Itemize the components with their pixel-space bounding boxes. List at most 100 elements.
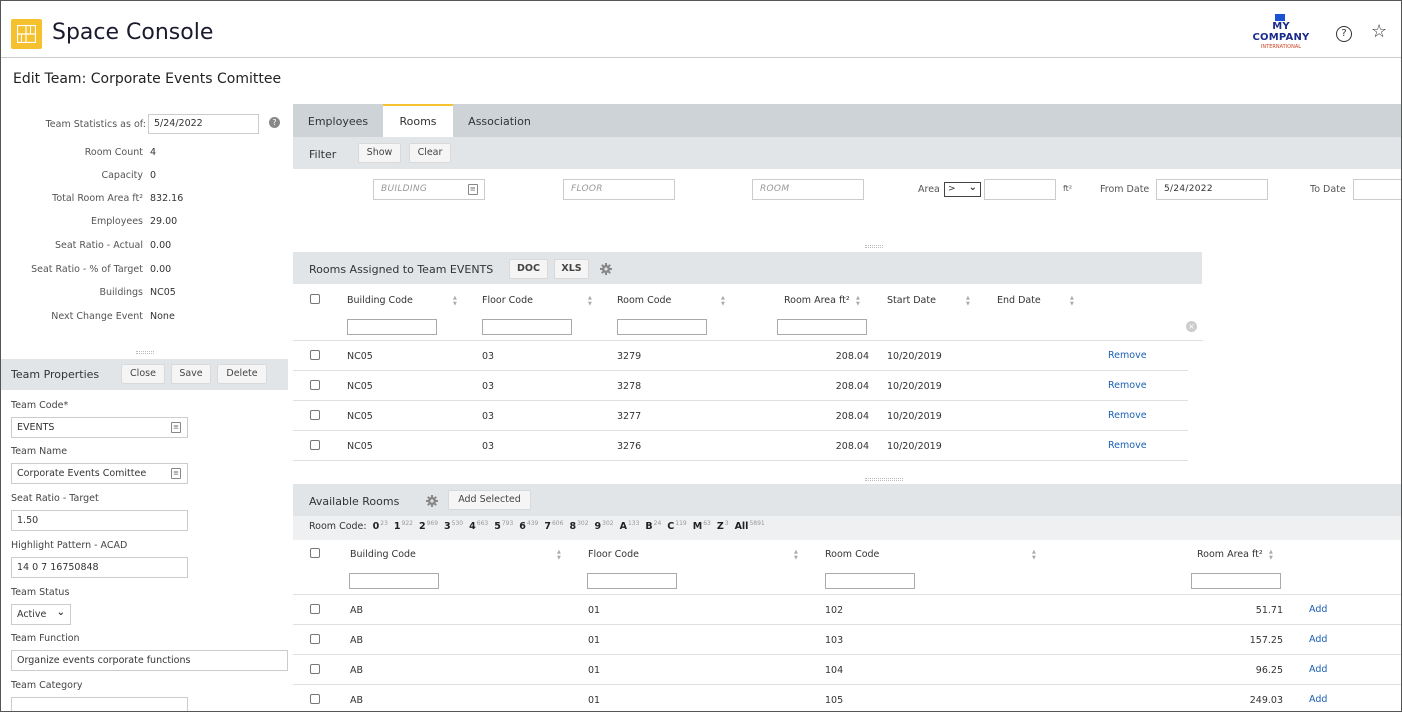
help-icon[interactable]: ? bbox=[1336, 26, 1352, 42]
clear-button[interactable]: Clear bbox=[409, 143, 451, 163]
row-checkbox[interactable] bbox=[310, 604, 320, 614]
add-selected-button[interactable]: Add Selected bbox=[448, 490, 531, 510]
xls-button[interactable]: XLS bbox=[554, 259, 589, 279]
tab-rooms[interactable]: Rooms bbox=[383, 104, 453, 137]
team-function-field[interactable]: Organize events corporate functions bbox=[11, 650, 288, 671]
area-operator-select[interactable]: > ⌄ bbox=[944, 182, 981, 197]
translate-icon[interactable]: ≡ bbox=[171, 468, 181, 479]
room-code-filter-link[interactable]: C119 bbox=[667, 520, 686, 532]
sort-icon[interactable]: ▲ ▼ bbox=[1032, 549, 1036, 561]
add-link[interactable]: Add bbox=[1309, 664, 1327, 675]
sort-icon[interactable]: ▲ ▼ bbox=[1070, 295, 1074, 307]
column-filter-input[interactable] bbox=[482, 319, 572, 335]
row-checkbox[interactable] bbox=[310, 410, 320, 420]
show-button[interactable]: Show bbox=[358, 143, 401, 163]
from-date-input[interactable]: 5/24/2022 bbox=[1156, 179, 1268, 200]
column-filter-input[interactable] bbox=[777, 319, 867, 335]
row-checkbox[interactable] bbox=[310, 350, 320, 360]
team-name-field[interactable]: Corporate Events Comittee ≡ bbox=[11, 463, 188, 484]
translate-icon[interactable]: ≡ bbox=[171, 422, 181, 433]
favorite-star-icon[interactable]: ☆ bbox=[1371, 23, 1387, 41]
column-header[interactable]: Room Area ft² bbox=[784, 295, 850, 306]
room-code-filter-link[interactable]: 3530 bbox=[444, 520, 463, 532]
delete-button[interactable]: Delete bbox=[217, 364, 267, 384]
stats-date-input[interactable]: 5/24/2022 bbox=[148, 114, 259, 134]
splitter-grip[interactable] bbox=[865, 245, 883, 248]
column-header[interactable]: Floor Code bbox=[588, 549, 639, 560]
sort-icon[interactable]: ▲ ▼ bbox=[1269, 549, 1273, 561]
column-filter-input[interactable] bbox=[587, 573, 677, 589]
add-link[interactable]: Add bbox=[1309, 604, 1327, 615]
room-code-filter-link[interactable]: 023 bbox=[373, 520, 388, 532]
column-header[interactable]: End Date bbox=[997, 295, 1041, 306]
app-logo-icon[interactable] bbox=[11, 19, 42, 49]
column-filter-input[interactable] bbox=[347, 319, 437, 335]
remove-link[interactable]: Remove bbox=[1108, 380, 1147, 391]
room-code-filter-link[interactable]: 6439 bbox=[519, 520, 538, 532]
room-code-filter-link[interactable]: 4663 bbox=[469, 520, 488, 532]
column-filter-input[interactable] bbox=[1191, 573, 1281, 589]
seat-ratio-field[interactable]: 1.50 bbox=[11, 510, 188, 531]
gear-icon[interactable] bbox=[600, 263, 612, 275]
room-code-filter-link[interactable]: 9302 bbox=[595, 520, 614, 532]
column-filter-input[interactable] bbox=[349, 573, 439, 589]
remove-link[interactable]: Remove bbox=[1108, 350, 1147, 361]
splitter-grip[interactable] bbox=[865, 478, 903, 481]
gear-icon[interactable] bbox=[426, 495, 438, 507]
sort-icon[interactable]: ▲ ▼ bbox=[588, 295, 592, 307]
room-code-filter-link[interactable]: M63 bbox=[693, 520, 711, 532]
splitter-grip[interactable] bbox=[136, 351, 154, 354]
select-value-icon[interactable]: ≡ bbox=[468, 184, 478, 195]
tab-association[interactable]: Association bbox=[453, 104, 546, 137]
sort-icon[interactable]: ▲ ▼ bbox=[453, 295, 457, 307]
add-link[interactable]: Add bbox=[1309, 634, 1327, 645]
team-status-select[interactable]: Active ⌄ bbox=[11, 604, 71, 625]
column-filter-input[interactable] bbox=[617, 319, 707, 335]
row-checkbox[interactable] bbox=[310, 664, 320, 674]
to-date-input[interactable] bbox=[1353, 179, 1401, 200]
sort-icon[interactable]: ▲ ▼ bbox=[856, 295, 860, 307]
select-all-checkbox[interactable] bbox=[310, 294, 320, 304]
column-header[interactable]: Room Code bbox=[825, 549, 879, 560]
column-filter-input[interactable] bbox=[825, 573, 915, 589]
room-code-filter-link[interactable]: All5891 bbox=[735, 520, 765, 532]
team-category-field[interactable] bbox=[11, 697, 188, 711]
area-value-input[interactable] bbox=[984, 179, 1056, 200]
room-code-filter-link[interactable]: 1922 bbox=[394, 520, 413, 532]
clear-filter-icon[interactable]: × bbox=[1186, 321, 1197, 332]
room-code-filter-link[interactable]: Z3 bbox=[717, 520, 729, 532]
floor-filter-input[interactable]: FLOOR bbox=[563, 179, 675, 200]
sort-icon[interactable]: ▲ ▼ bbox=[966, 295, 970, 307]
close-button[interactable]: Close bbox=[121, 364, 165, 384]
column-header[interactable]: Building Code bbox=[350, 549, 416, 560]
room-code-filter-link[interactable]: B24 bbox=[645, 520, 661, 532]
room-code-filter-link[interactable]: 7606 bbox=[544, 520, 563, 532]
column-header[interactable]: Room Code bbox=[617, 295, 671, 306]
column-header[interactable]: Floor Code bbox=[482, 295, 533, 306]
column-header[interactable]: Room Area ft² bbox=[1197, 549, 1263, 560]
doc-button[interactable]: DOC bbox=[509, 259, 548, 279]
question-icon[interactable]: ? bbox=[269, 117, 280, 128]
sort-icon[interactable]: ▲ ▼ bbox=[794, 549, 798, 561]
row-checkbox[interactable] bbox=[310, 380, 320, 390]
row-checkbox[interactable] bbox=[310, 634, 320, 644]
room-code-filter-link[interactable]: A133 bbox=[620, 520, 640, 532]
column-header[interactable]: Start Date bbox=[887, 295, 936, 306]
highlight-field[interactable]: 14 0 7 16750848 bbox=[11, 557, 188, 578]
remove-link[interactable]: Remove bbox=[1108, 410, 1147, 421]
room-code-filter-link[interactable]: 8302 bbox=[569, 520, 588, 532]
room-filter-input[interactable]: ROOM bbox=[752, 179, 864, 200]
sort-icon[interactable]: ▲ ▼ bbox=[721, 295, 725, 307]
room-code-filter-link[interactable]: 5793 bbox=[494, 520, 513, 532]
row-checkbox[interactable] bbox=[310, 694, 320, 704]
remove-link[interactable]: Remove bbox=[1108, 440, 1147, 451]
sort-icon[interactable]: ▲ ▼ bbox=[557, 549, 561, 561]
column-header[interactable]: Building Code bbox=[347, 295, 413, 306]
row-checkbox[interactable] bbox=[310, 440, 320, 450]
team-code-field[interactable]: EVENTS ≡ bbox=[11, 417, 188, 438]
tab-employees[interactable]: Employees bbox=[293, 104, 383, 137]
save-button[interactable]: Save bbox=[171, 364, 211, 384]
room-code-filter-link[interactable]: 2969 bbox=[419, 520, 438, 532]
building-filter-input[interactable]: BUILDING ≡ bbox=[373, 179, 485, 200]
add-link[interactable]: Add bbox=[1309, 694, 1327, 705]
